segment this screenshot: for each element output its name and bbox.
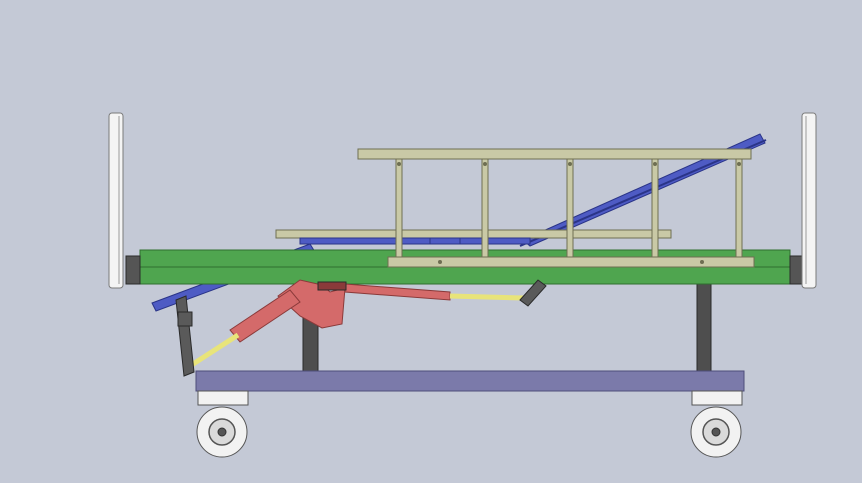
base-frame [195, 370, 745, 392]
frame-end-right [789, 255, 803, 285]
frame-end-left [125, 255, 141, 285]
footboard [801, 112, 817, 289]
caster-right [690, 390, 743, 458]
headboard-panel [108, 112, 124, 289]
caster-mount [197, 390, 249, 406]
linkage-bracket-left [177, 311, 193, 327]
rail-rivet [438, 260, 442, 264]
side-rail-bottom-bar [387, 256, 755, 268]
platform-top-bar [275, 229, 672, 239]
platform-hinge-block [429, 237, 461, 245]
side-rail-post-5 [735, 158, 743, 258]
rail-rivet [653, 162, 657, 166]
rail-rivet [483, 162, 487, 166]
caster-mount [691, 390, 743, 406]
actuator-mount-block [317, 281, 347, 291]
caster-axle [217, 427, 227, 437]
side-rail-post-1 [395, 158, 403, 258]
rail-rivet [737, 162, 741, 166]
platform-blue-strip [299, 237, 531, 245]
caster-axle [711, 427, 721, 437]
rail-rivet [700, 260, 704, 264]
side-rail-post-3 [566, 158, 574, 258]
side-rail-post-2 [481, 158, 489, 258]
caster-left [196, 390, 249, 458]
side-rail-top-bar [357, 148, 752, 160]
headboard [108, 112, 124, 289]
actuator-rod-upper [449, 293, 525, 301]
side-rail-post-4 [651, 158, 659, 258]
bed-diagram [0, 0, 862, 483]
leg-right [696, 275, 712, 373]
footboard-panel [801, 112, 817, 289]
rail-rivet [568, 162, 572, 166]
rail-rivet [397, 162, 401, 166]
